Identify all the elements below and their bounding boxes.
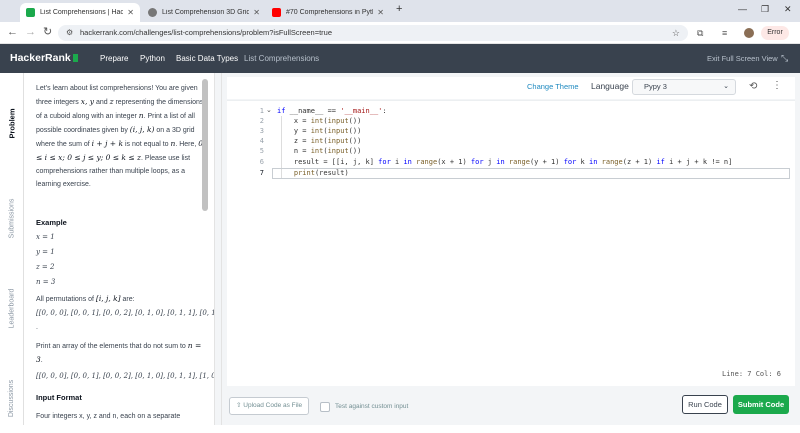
line-number: 2 xyxy=(259,117,264,125)
tab-problem[interactable]: Problem xyxy=(2,93,22,153)
exit-fullscreen-icon[interactable]: ⤡ xyxy=(781,53,788,64)
line-number: 4 xyxy=(259,137,264,145)
fold-chevron-icon[interactable]: ⌄ xyxy=(266,106,272,114)
language-label: Language xyxy=(591,81,629,91)
custom-input-label[interactable]: Test against custom input xyxy=(335,403,408,410)
permutations-dot: . xyxy=(36,324,38,331)
problem-scrollbar[interactable] xyxy=(202,79,208,211)
cursor-position-status: Line: 7 Col: 6 xyxy=(722,370,782,378)
input-format-text: Four integers x, y, z and n, each on a s… xyxy=(36,413,181,420)
exit-fullscreen-link[interactable]: Exit Full Screen View xyxy=(707,54,778,63)
back-arrow-icon[interactable]: ← xyxy=(7,26,18,38)
permutations-text: All permutations of [i, j, k] are: xyxy=(36,294,135,303)
tab-label: Leaderboard xyxy=(8,288,16,328)
site-info-icon[interactable]: ⚙ xyxy=(66,25,73,41)
reset-code-icon[interactable]: ⟲ xyxy=(749,81,757,92)
chatgpt-favicon-icon xyxy=(148,8,157,17)
browser-tab-strip: List Comprehensions | HackerRank ✕ List … xyxy=(0,0,800,22)
browser-tab-3d-grid[interactable]: List Comprehension 3D Grid ✕ xyxy=(142,3,266,22)
example-x: x = 1 xyxy=(36,233,55,241)
current-line-highlight xyxy=(272,168,790,179)
profile-avatar[interactable] xyxy=(744,28,754,38)
breadcrumb-basic-data-types[interactable]: Basic Data Types xyxy=(176,54,238,63)
line-number: 5 xyxy=(259,147,264,155)
tab-label: Problem xyxy=(7,107,17,139)
input-format-heading: Input Format xyxy=(36,393,82,402)
extensions-icon[interactable]: ⧉ xyxy=(697,28,703,39)
example-z: z = 2 xyxy=(36,263,55,271)
bookmark-star-icon[interactable]: ☆ xyxy=(672,25,680,41)
example-n: n = 3 xyxy=(36,278,56,286)
problem-statement: Let's learn about list comprehensions! Y… xyxy=(24,73,214,425)
close-tab-icon[interactable]: ✕ xyxy=(127,8,134,17)
breadcrumb-python[interactable]: Python xyxy=(140,54,165,63)
upload-label: Upload Code as File xyxy=(243,402,303,409)
close-tab-icon[interactable]: ✕ xyxy=(253,8,260,17)
side-tabs: Problem Submissions Leaderboard Discussi… xyxy=(0,73,24,425)
breadcrumb-current: List Comprehensions xyxy=(244,54,320,63)
permutations-list: [[0, 0, 0], [0, 0, 1], [0, 0, 2], [0, 1,… xyxy=(36,309,214,317)
submit-code-button[interactable]: Submit Code xyxy=(733,395,789,414)
change-theme-link[interactable]: Change Theme xyxy=(527,82,579,91)
example-y: y = 1 xyxy=(36,248,55,256)
minimize-button[interactable]: — xyxy=(738,4,747,14)
line-number: 1 xyxy=(259,107,264,115)
tab-leaderboard[interactable]: Leaderboard xyxy=(2,273,22,343)
language-select[interactable]: Pypy 3 ⌄ xyxy=(632,79,736,95)
code-line-4: z = int(input()) xyxy=(277,137,362,145)
print-instruction: Print an array of the elements that do n… xyxy=(36,341,202,364)
forward-arrow-icon[interactable]: → xyxy=(25,26,36,38)
logo-text: HackerRank xyxy=(10,52,71,64)
logo-mark-icon xyxy=(72,54,78,62)
address-bar-row: ← → ↻ ⚙ hackerrank.com/challenges/list-c… xyxy=(0,22,800,44)
url-text: hackerrank.com/challenges/list-comprehen… xyxy=(80,28,332,37)
tab-label: Discussions xyxy=(8,379,16,417)
youtube-favicon-icon xyxy=(272,8,281,17)
code-line-1: if __name__ == '__main__': xyxy=(277,107,387,115)
custom-input-checkbox[interactable] xyxy=(320,402,330,412)
code-line-2: x = int(input()) xyxy=(277,117,362,125)
browser-tab-hackerrank[interactable]: List Comprehensions | HackerRank ✕ xyxy=(20,3,140,22)
tab-discussions[interactable]: Discussions xyxy=(2,363,22,433)
more-options-icon[interactable]: ⋮ xyxy=(772,80,782,91)
new-tab-button[interactable]: + xyxy=(396,3,402,15)
breadcrumb-prepare[interactable]: Prepare xyxy=(100,54,128,63)
example-heading: Example xyxy=(36,218,67,227)
code-line-3: y = int(input()) xyxy=(277,127,362,135)
media-controls-icon[interactable]: ≡ xyxy=(722,28,727,38)
code-line-5: n = int(input()) xyxy=(277,147,362,155)
close-window-button[interactable]: ✕ xyxy=(784,4,792,15)
hackerrank-favicon-icon xyxy=(26,8,35,17)
tab-title: #70 Comprehensions in Python xyxy=(286,9,373,16)
problem-intro: Let's learn about list comprehensions! Y… xyxy=(36,85,204,188)
run-code-button[interactable]: Run Code xyxy=(682,395,728,414)
code-line-6: result = [[i, j, k] for i in range(x + 1… xyxy=(277,158,733,166)
panel-splitter[interactable] xyxy=(214,73,222,425)
chevron-down-icon: ⌄ xyxy=(723,83,729,90)
result-list: [[0, 0, 0], [0, 0, 1], [0, 0, 2], [0, 1,… xyxy=(36,372,214,380)
close-tab-icon[interactable]: ✕ xyxy=(377,8,384,17)
url-bar[interactable]: ⚙ hackerrank.com/challenges/list-compreh… xyxy=(58,25,688,41)
tab-title: List Comprehensions | HackerRank xyxy=(40,9,124,16)
reload-icon[interactable]: ↻ xyxy=(43,26,52,38)
line-number: 7 xyxy=(259,169,264,177)
tab-title: List Comprehension 3D Grid xyxy=(162,9,250,16)
browser-tab-youtube[interactable]: #70 Comprehensions in Python ✕ xyxy=(266,3,390,22)
tab-label: Submissions xyxy=(8,198,16,238)
tab-submissions[interactable]: Submissions xyxy=(2,183,22,253)
maximize-button[interactable]: ❐ xyxy=(761,4,769,15)
language-value: Pypy 3 xyxy=(644,82,667,91)
line-number: 3 xyxy=(259,127,264,135)
error-button[interactable]: Error xyxy=(761,26,789,40)
hackerrank-logo[interactable]: HackerRank xyxy=(10,52,78,64)
code-line-7: print(result) xyxy=(293,169,349,177)
hackerrank-header: HackerRank Prepare Python Basic Data Typ… xyxy=(0,44,800,73)
line-number: 6 xyxy=(259,158,264,166)
upload-code-button[interactable]: ⇧ Upload Code as File xyxy=(229,397,309,415)
